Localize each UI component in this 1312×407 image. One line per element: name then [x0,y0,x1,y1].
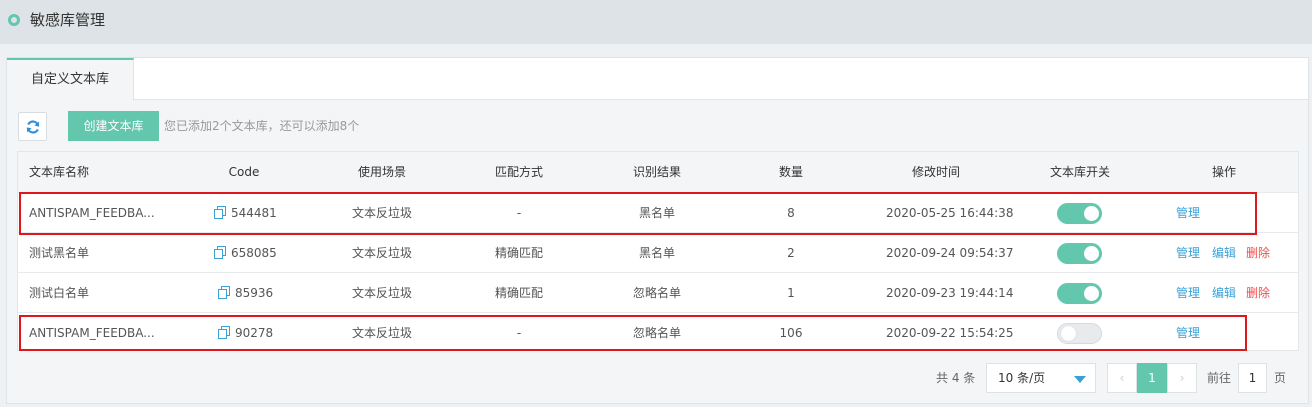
library-result: 黑名单 [638,206,675,220]
library-count: 8 [787,206,795,220]
status-ring-icon [8,14,20,26]
column-header-count: 数量 [778,165,803,179]
edit-link[interactable]: 编辑 [1212,233,1236,273]
tab-custom-text-library[interactable]: 自定义文本库 [7,58,134,101]
delete-link[interactable]: 删除 [1246,273,1270,313]
library-name: ANTISPAM_FEEDBA... [29,326,155,340]
quota-hint: 您已添加2个文本库，还可以添加8个 [164,119,360,133]
manage-link[interactable]: 管理 [1176,313,1200,353]
manage-link[interactable]: 管理 [1176,233,1200,273]
library-scene: 文本反垃圾 [351,246,412,260]
create-library-button[interactable]: 创建文本库 [68,111,159,141]
table-row: 测试黑名单 658085 文本反垃圾 精确匹配 黑名单 2 2020-09-24… [18,233,1298,273]
delete-link[interactable]: 删除 [1246,233,1270,273]
manage-link[interactable]: 管理 [1176,273,1200,313]
library-scene: 文本反垃圾 [351,286,412,300]
column-header-actions: 操作 [1211,165,1236,179]
library-match: - [516,326,522,340]
goto-page-input[interactable]: 1 [1238,363,1267,393]
library-time: 2020-09-22 15:54:25 [886,326,1014,340]
library-code: 85936 [218,273,273,313]
next-page-button[interactable]: › [1167,363,1197,393]
library-switch-toggle[interactable] [1057,243,1102,264]
library-result: 忽略名单 [632,326,681,340]
library-switch-toggle[interactable] [1057,203,1102,224]
column-header-result: 识别结果 [632,165,681,179]
library-match: 精确匹配 [494,286,543,300]
library-switch-toggle[interactable] [1057,323,1102,344]
goto-prefix: 前往 [1207,371,1232,385]
library-switch-toggle[interactable] [1057,283,1102,304]
pager-total: 共 4 条 [936,371,976,385]
library-time: 2020-09-24 09:54:37 [886,246,1014,260]
library-result: 忽略名单 [632,286,681,300]
edit-link[interactable]: 编辑 [1212,273,1236,313]
copy-icon[interactable] [218,325,231,339]
library-scene: 文本反垃圾 [351,206,412,220]
library-count: 2 [787,246,795,260]
column-header-code: Code [228,165,260,179]
page-header: 敏感库管理 [0,0,1312,44]
library-result: 黑名单 [638,246,675,260]
library-count: 1 [787,286,795,300]
page-number-1[interactable]: 1 [1137,363,1167,393]
library-code: 658085 [214,233,277,273]
page-size-select[interactable]: 10 条/页 [986,363,1096,393]
library-code: 90278 [218,313,273,353]
column-header-match: 匹配方式 [494,165,543,179]
copy-icon[interactable] [214,205,227,219]
tab-bar: 自定义文本库 [7,58,1308,101]
table-row: ANTISPAM_FEEDBA... 544481 文本反垃圾 - 黑名单 8 … [18,193,1298,233]
column-header-scene: 使用场景 [357,165,406,179]
library-name: 测试白名单 [29,286,90,300]
manage-link[interactable]: 管理 [1176,193,1200,233]
copy-icon[interactable] [214,245,227,259]
content-panel: 自定义文本库 创建文本库 您已添加2个文本库，还可以添加8个 文本库名称 Cod… [6,57,1309,404]
library-name: 测试黑名单 [29,246,90,260]
column-header-time: 修改时间 [911,165,960,179]
library-code: 544481 [214,193,277,233]
caret-down-icon [1074,376,1086,383]
page-title: 敏感库管理 [30,11,106,29]
table-row: 测试白名单 85936 文本反垃圾 精确匹配 忽略名单 1 2020-09-23… [18,273,1298,313]
table-row: ANTISPAM_FEEDBA... 90278 文本反垃圾 - 忽略名单 10… [18,313,1298,353]
column-header-name: 文本库名称 [29,165,90,179]
goto-suffix: 页 [1274,371,1287,385]
column-header-switch: 文本库开关 [1049,165,1110,179]
library-match: 精确匹配 [494,246,543,260]
library-scene: 文本反垃圾 [351,326,412,340]
library-time: 2020-05-25 16:44:38 [886,206,1014,220]
refresh-button[interactable] [18,112,47,141]
prev-page-button[interactable]: ‹ [1107,363,1137,393]
library-table: 文本库名称 Code 使用场景 匹配方式 识别结果 数量 修改时间 文本库开关 … [17,151,1299,351]
library-count: 106 [779,326,803,340]
copy-icon[interactable] [218,285,231,299]
table-header-row: 文本库名称 Code 使用场景 匹配方式 识别结果 数量 修改时间 文本库开关 … [18,152,1298,193]
library-match: - [516,206,522,220]
refresh-icon [26,120,40,134]
library-name: ANTISPAM_FEEDBA... [29,206,155,220]
library-time: 2020-09-23 19:44:14 [886,286,1014,300]
